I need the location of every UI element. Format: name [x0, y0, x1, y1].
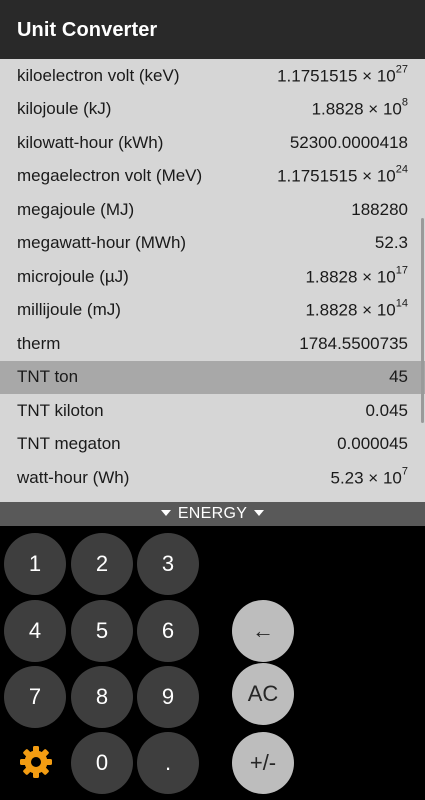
gear-icon[interactable]	[18, 744, 54, 780]
key-7[interactable]: 7	[4, 666, 66, 728]
unit-value: 188280	[351, 199, 408, 219]
unit-value: 1.1751515 × 1027	[277, 63, 408, 86]
backspace-button[interactable]: ←	[232, 600, 294, 662]
unit-name: millijoule (mJ)	[17, 300, 121, 320]
key-6[interactable]: 6	[137, 600, 199, 662]
unit-row[interactable]: kilowatt-hour (kWh) 52300.0000418	[0, 126, 425, 160]
unit-value: 1.8828 × 1014	[305, 297, 408, 320]
unit-row[interactable]: kiloelectron volt (keV) 1.1751515 × 1027	[0, 59, 425, 93]
unit-row[interactable]: microjoule (µJ) 1.8828 × 1017	[0, 260, 425, 294]
value-exponent: 14	[395, 297, 408, 310]
unit-row[interactable]: TNT megaton 0.000045	[0, 428, 425, 462]
unit-value: 52.3	[374, 233, 408, 253]
key-5[interactable]: 5	[71, 600, 133, 662]
key-2[interactable]: 2	[71, 533, 133, 595]
unit-row[interactable]: TNT kiloton 0.045	[0, 394, 425, 428]
value-exponent: 17	[395, 264, 408, 277]
unit-name: megawatt-hour (MWh)	[17, 233, 187, 253]
unit-value: 1.8828 × 108	[311, 96, 408, 119]
app-bar: Unit Converter	[0, 0, 425, 59]
unit-name: kilowatt-hour (kWh)	[17, 132, 164, 152]
unit-row[interactable]: kilojoule (kJ) 1.8828 × 108	[0, 93, 425, 127]
value-exponent: 8	[401, 96, 408, 109]
category-selector[interactable]: ENERGY	[0, 502, 425, 526]
unit-row[interactable]: megajoule (MJ) 188280	[0, 193, 425, 227]
unit-row[interactable]: TNT ton 45	[0, 360, 425, 394]
dropdown-arrow-icon	[160, 509, 171, 516]
unit-name: TNT kiloton	[17, 400, 104, 420]
app-title: Unit Converter	[17, 19, 158, 41]
unit-value: 0.045	[365, 400, 408, 420]
key-4[interactable]: 4	[4, 600, 66, 662]
unit-row[interactable]: megawatt-hour (MWh) 52.3	[0, 227, 425, 261]
unit-row[interactable]: therm 1784.5500735	[0, 327, 425, 361]
unit-name: kiloelectron volt (keV)	[17, 65, 180, 85]
unit-value: 1.1751515 × 1024	[277, 163, 408, 186]
unit-name: TNT ton	[17, 367, 79, 387]
unit-row[interactable]: watt-hour (Wh) 5.23 × 107	[0, 461, 425, 495]
unit-list[interactable]: kiloelectron volt (keV) 1.1751515 × 1027 k…	[0, 59, 425, 502]
key-3[interactable]: 3	[137, 533, 199, 595]
value-exponent: 27	[395, 63, 408, 76]
value-mantissa: 1.1751515	[277, 66, 358, 86]
unit-value: 1.8828 × 1017	[305, 264, 408, 287]
unit-value: 5.23 × 107	[330, 465, 408, 488]
unit-name: TNT megaton	[17, 434, 121, 454]
value-exponent: 7	[401, 465, 408, 478]
value-mantissa: 1.8828	[305, 300, 358, 320]
unit-value: 52300.0000418	[289, 132, 408, 152]
unit-name: megajoule (MJ)	[17, 199, 135, 219]
unit-row[interactable]: megaelectron volt (MeV) 1.1751515 × 1024	[0, 160, 425, 194]
clear-button[interactable]: AC	[232, 663, 294, 725]
unit-value: 1784.5500735	[299, 333, 408, 353]
key-1[interactable]: 1	[4, 533, 66, 595]
key-9[interactable]: 9	[137, 666, 199, 728]
unit-row[interactable]: millijoule (mJ) 1.8828 × 1014	[0, 294, 425, 328]
dropdown-arrow-icon	[254, 509, 265, 516]
category-label: ENERGY	[177, 505, 248, 522]
value-mantissa: 1.8828	[311, 99, 364, 119]
value-mantissa: 1.1751515	[277, 166, 358, 186]
unit-value: 45	[389, 367, 408, 387]
list-scrollbar[interactable]	[421, 218, 424, 423]
sign-toggle-button[interactable]: +/-	[232, 732, 294, 794]
value-mantissa: 1.8828	[305, 267, 358, 287]
unit-name: kilojoule (kJ)	[17, 99, 112, 119]
value-exponent: 24	[395, 163, 408, 176]
unit-name: therm	[17, 333, 61, 353]
key-0[interactable]: 0	[71, 732, 133, 794]
unit-name: microjoule (µJ)	[17, 266, 129, 286]
unit-value: 0.000045	[337, 434, 408, 454]
value-mantissa: 5.23	[330, 468, 364, 488]
unit-name: watt-hour (Wh)	[17, 467, 130, 487]
decimal-point-button[interactable]: .	[137, 732, 199, 794]
unit-name: megaelectron volt (MeV)	[17, 166, 203, 186]
key-8[interactable]: 8	[71, 666, 133, 728]
